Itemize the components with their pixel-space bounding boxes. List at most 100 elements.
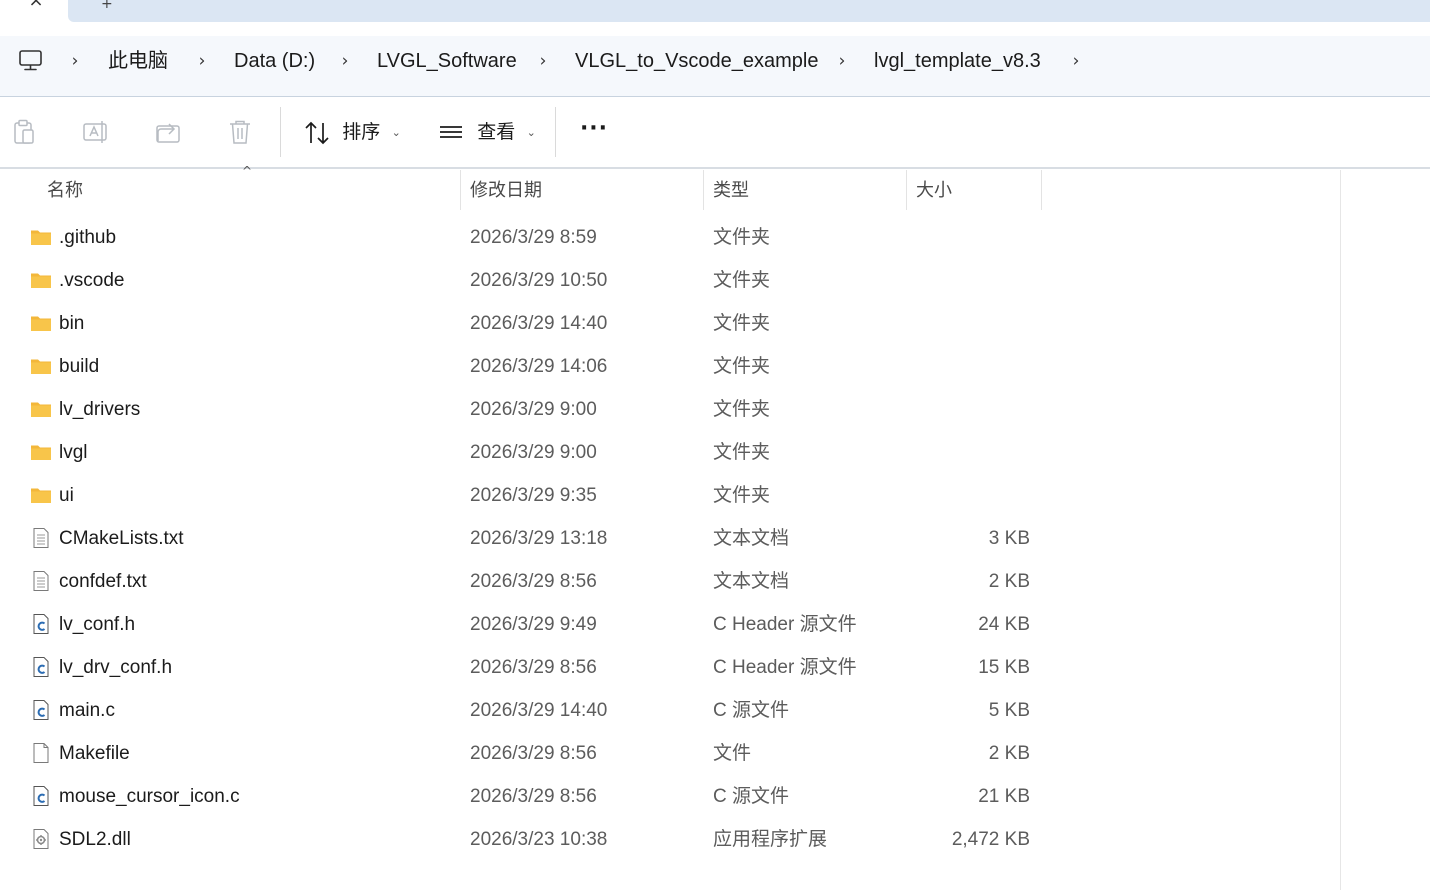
- new-tab-icon[interactable]: +: [101, 0, 113, 12]
- file-name[interactable]: .github: [59, 216, 116, 259]
- toolbar-divider: [555, 107, 556, 157]
- blank-file-icon: [30, 742, 52, 764]
- file-name[interactable]: bin: [59, 302, 84, 345]
- file-row[interactable]: bin 2026/3/29 14:40 文件夹: [0, 302, 1340, 345]
- file-row[interactable]: lv_drv_conf.h 2026/3/29 8:56 C Header 源文件 1…: [0, 646, 1340, 689]
- file-row[interactable]: mouse_cursor_icon.c 2026/3/29 8:56 C 源文件 21…: [0, 775, 1340, 818]
- file-size: [910, 259, 1030, 302]
- text-file-icon: [30, 570, 52, 592]
- computer-icon[interactable]: [18, 48, 44, 74]
- file-size: [910, 431, 1030, 474]
- chevron-right-icon[interactable]: ›: [536, 50, 550, 72]
- folder-icon: [30, 441, 52, 463]
- chevron-right-icon[interactable]: ›: [195, 50, 209, 72]
- chevron-down-icon: ⌄: [526, 126, 536, 139]
- sort-button[interactable]: 排序 ⌄: [303, 119, 401, 147]
- column-header-modified[interactable]: 修改日期: [470, 170, 542, 210]
- breadcrumb-lvgl-software[interactable]: LVGL_Software: [377, 48, 517, 74]
- file-modified-date: 2026/3/29 9:00: [470, 399, 597, 420]
- chevron-right-icon[interactable]: ›: [338, 50, 352, 72]
- file-size: [910, 302, 1030, 345]
- c-file-icon: [30, 785, 52, 807]
- file-row[interactable]: .vscode 2026/3/29 10:50 文件夹: [0, 259, 1340, 302]
- column-divider[interactable]: [703, 170, 704, 210]
- folder-icon: [30, 312, 52, 334]
- file-size: 3 KB: [988, 528, 1030, 549]
- breadcrumb-lvgl-template[interactable]: lvgl_template_v8.3: [874, 48, 1041, 74]
- file-row[interactable]: confdef.txt 2026/3/29 8:56 文本文档 2 KB: [0, 560, 1340, 603]
- file-type: C 源文件: [713, 786, 790, 807]
- file-type: C Header 源文件: [713, 657, 857, 678]
- file-name[interactable]: lv_drv_conf.h: [59, 646, 172, 689]
- file-modified-date: 2026/3/29 9:49: [470, 614, 597, 635]
- sort-label: 排序: [342, 122, 381, 144]
- file-name[interactable]: Makefile: [59, 732, 130, 775]
- file-name[interactable]: ui: [59, 474, 74, 517]
- file-row[interactable]: CMakeLists.txt 2026/3/29 13:18 文本文档 3 KB: [0, 517, 1340, 560]
- file-modified-date: 2026/3/29 8:56: [470, 743, 597, 764]
- pane-divider: [1340, 170, 1341, 890]
- column-header-size[interactable]: 大小: [916, 170, 952, 210]
- column-divider[interactable]: [906, 170, 907, 210]
- close-tab-icon[interactable]: ×: [22, 0, 50, 14]
- file-modified-date: 2026/3/29 14:06: [470, 356, 608, 377]
- file-row[interactable]: lv_drivers 2026/3/29 9:00 文件夹: [0, 388, 1340, 431]
- file-row[interactable]: lvgl 2026/3/29 9:00 文件夹: [0, 431, 1340, 474]
- file-name[interactable]: lv_drivers: [59, 388, 140, 431]
- file-name[interactable]: .vscode: [59, 259, 124, 302]
- file-row[interactable]: build 2026/3/29 14:06 文件夹: [0, 345, 1340, 388]
- breadcrumb-drive-d[interactable]: Data (D:): [234, 48, 315, 74]
- rename-icon[interactable]: [81, 117, 111, 147]
- file-row[interactable]: main.c 2026/3/29 14:40 C 源文件 5 KB: [0, 689, 1340, 732]
- folder-icon: [30, 398, 52, 420]
- column-header-type[interactable]: 类型: [713, 170, 749, 210]
- file-name[interactable]: confdef.txt: [59, 560, 147, 603]
- more-options-icon[interactable]: ···: [578, 118, 610, 147]
- delete-icon[interactable]: [225, 117, 255, 147]
- file-type: 文件: [713, 743, 752, 764]
- file-size: [910, 216, 1030, 259]
- view-label: 查看: [477, 122, 516, 144]
- folder-icon: [30, 355, 52, 377]
- file-name[interactable]: mouse_cursor_icon.c: [59, 775, 240, 818]
- file-name[interactable]: SDL2.dll: [59, 818, 131, 861]
- file-size: 2,472 KB: [951, 829, 1030, 850]
- chevron-right-icon[interactable]: ›: [835, 50, 849, 72]
- file-size: [910, 474, 1030, 517]
- file-name[interactable]: main.c: [59, 689, 115, 732]
- file-modified-date: 2026/3/29 8:59: [470, 227, 597, 248]
- file-size: [910, 388, 1030, 431]
- file-type: 文件夹: [713, 227, 771, 248]
- file-type: 应用程序扩展: [713, 829, 828, 850]
- column-divider[interactable]: [460, 170, 461, 210]
- file-row[interactable]: SDL2.dll 2026/3/23 10:38 应用程序扩展 2,472 KB: [0, 818, 1340, 861]
- column-divider[interactable]: [1041, 170, 1042, 210]
- breadcrumb-this-pc[interactable]: 此电脑: [108, 48, 168, 74]
- file-name[interactable]: lv_conf.h: [59, 603, 135, 646]
- file-row[interactable]: ui 2026/3/29 9:35 文件夹: [0, 474, 1340, 517]
- sort-icon: [305, 121, 329, 145]
- text-file-icon: [30, 527, 52, 549]
- folder-icon: [30, 269, 52, 291]
- c-file-icon: [30, 656, 52, 678]
- file-modified-date: 2026/3/29 9:00: [470, 442, 597, 463]
- column-header-name[interactable]: 名称: [47, 170, 83, 210]
- share-icon[interactable]: [153, 117, 183, 147]
- view-button[interactable]: 查看 ⌄: [438, 119, 536, 147]
- file-modified-date: 2026/3/29 8:56: [470, 571, 597, 592]
- file-name[interactable]: lvgl: [59, 431, 88, 474]
- file-name[interactable]: CMakeLists.txt: [59, 517, 184, 560]
- paste-icon[interactable]: [10, 117, 40, 147]
- file-type: 文件夹: [713, 356, 771, 377]
- address-bar[interactable]: › 此电脑 › Data (D:) › LVGL_Software › VLGL…: [0, 36, 1430, 97]
- file-type: 文件夹: [713, 399, 771, 420]
- breadcrumb-vlgl-example[interactable]: VLGL_to_Vscode_example: [575, 48, 819, 74]
- file-type: 文件夹: [713, 270, 771, 291]
- file-row[interactable]: lv_conf.h 2026/3/29 9:49 C Header 源文件 24 KB: [0, 603, 1340, 646]
- file-name[interactable]: build: [59, 345, 99, 388]
- chevron-right-icon[interactable]: ›: [68, 50, 82, 72]
- file-row[interactable]: .github 2026/3/29 8:59 文件夹: [0, 216, 1340, 259]
- new-tab-area[interactable]: +: [68, 0, 1430, 22]
- file-row[interactable]: Makefile 2026/3/29 8:56 文件 2 KB: [0, 732, 1340, 775]
- chevron-right-icon[interactable]: ›: [1069, 50, 1083, 72]
